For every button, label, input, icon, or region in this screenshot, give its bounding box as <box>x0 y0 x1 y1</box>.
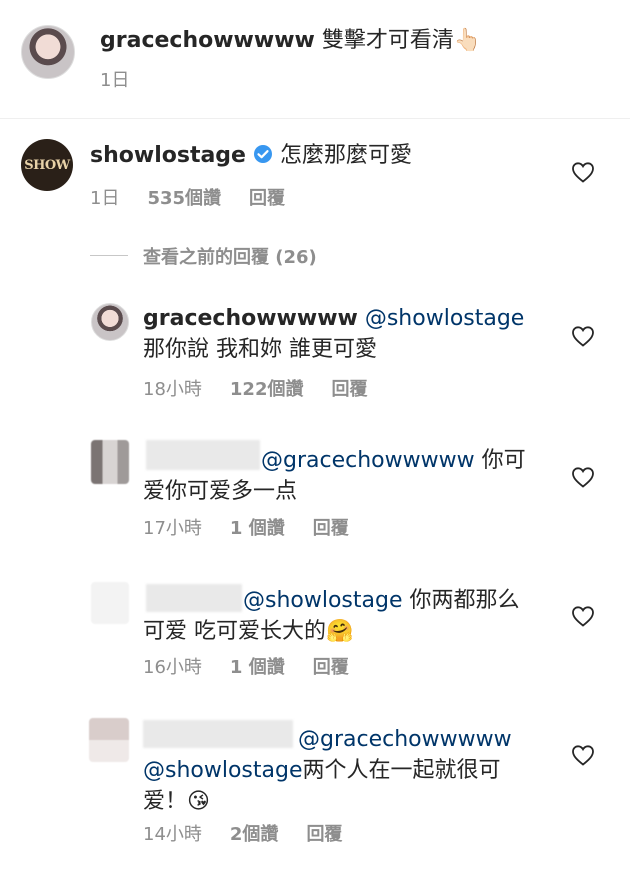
avatar-showlostage[interactable]: SHOW <box>21 139 73 191</box>
top-comment-text: 雙擊才可看清 <box>321 28 454 53</box>
main-comment-time: 1日 <box>90 188 120 209</box>
top-comment-line: gracechowwwww 雙擊才可看清👆🏻 <box>100 25 481 56</box>
reply-3-likes[interactable]: 1 個讚 <box>230 657 285 678</box>
reply-1-text: 那你說 我和妳 誰更可愛 <box>143 337 377 362</box>
reply-1-body: gracechowwwww @showlostage 那你說 我和妳 誰更可愛 <box>143 303 543 365</box>
main-comment-meta: 1日 535個讚 回覆 <box>90 184 313 210</box>
main-comment-reply-button[interactable]: 回覆 <box>249 188 285 209</box>
reply-3-reply-button[interactable]: 回覆 <box>313 657 349 678</box>
hugging-face-emoji: 🤗 <box>326 619 354 644</box>
reply-3-body: @showlostage 你两都那么 可爱 吃可爱长大的🤗 <box>143 585 543 647</box>
reply-2-time: 17小時 <box>143 518 202 539</box>
username-gracechow-top[interactable]: gracechowwwww <box>100 28 315 53</box>
avatar-blurred-user-4[interactable] <box>89 718 129 762</box>
reply-1-likes[interactable]: 122個讚 <box>230 379 304 400</box>
reply-3-text-line1: 你两都那么 <box>409 588 520 613</box>
point-up-emoji: 👆🏻 <box>453 28 482 53</box>
reply-4-time: 14小時 <box>143 824 202 845</box>
avatar-gracechow-reply[interactable] <box>91 303 129 341</box>
username-showlostage[interactable]: showlostage <box>90 143 246 168</box>
heart-icon[interactable] <box>571 161 595 183</box>
heart-icon[interactable] <box>571 605 595 627</box>
avatar-blurred-user-3[interactable] <box>91 582 129 624</box>
reply-2-body: @gracechowwwww 你可 爱你可爱多一点 <box>143 445 543 507</box>
mention-gracechow[interactable]: @gracechowwwww <box>261 448 475 473</box>
top-comment-time: 1日 <box>100 70 130 91</box>
reply-3-meta: 16小時 1 個讚 回覆 <box>143 653 377 679</box>
avatar-showlostage-logo: SHOW <box>24 157 70 173</box>
reply-4-text-line1: 两个人在一起就很可 <box>302 758 501 783</box>
reply-2-likes[interactable]: 1 個讚 <box>230 518 285 539</box>
mention-showlostage[interactable]: @showlostage <box>243 588 403 613</box>
reply-4-text-line2: 爱！ <box>143 789 188 814</box>
heart-icon[interactable] <box>571 466 595 488</box>
verified-badge-icon <box>253 142 273 173</box>
mention-showlostage[interactable]: @showlostage <box>365 306 525 331</box>
reply-2-reply-button[interactable]: 回覆 <box>313 518 349 539</box>
reply-1-meta: 18小時 122個讚 回覆 <box>143 375 395 401</box>
reply-4-reply-button[interactable]: 回覆 <box>306 824 342 845</box>
section-divider <box>0 118 630 119</box>
reply-2-text-line2: 爱你可爱多一点 <box>143 479 298 504</box>
view-previous-line <box>90 255 128 256</box>
kissing-face-emoji: 😘 <box>187 789 210 814</box>
reply-2-meta: 17小時 1 個讚 回覆 <box>143 514 377 540</box>
reply-1-reply-button[interactable]: 回覆 <box>331 379 367 400</box>
avatar-gracechow-top[interactable] <box>21 25 75 79</box>
reply-4-likes[interactable]: 2個讚 <box>230 824 279 845</box>
reply-4-body: @gracechowwwww @showlostage两个人在一起就很可 爱！😘 <box>143 724 553 817</box>
main-comment-line: showlostage 怎麼那麼可愛 <box>90 140 412 173</box>
main-comment-text: 怎麼那麼可愛 <box>279 143 412 168</box>
mention-showlostage[interactable]: @showlostage <box>143 758 303 783</box>
heart-icon[interactable] <box>571 325 595 347</box>
reply-4-meta: 14小時 2個讚 回覆 <box>143 820 370 846</box>
reply-1-time: 18小時 <box>143 379 202 400</box>
mention-gracechow[interactable]: @gracechowwwww <box>298 727 512 752</box>
reply-2-text-line1: 你可 <box>481 448 526 473</box>
main-comment-likes[interactable]: 535個讚 <box>147 188 221 209</box>
avatar-blurred-user-2[interactable] <box>91 440 129 484</box>
username-gracechow-reply[interactable]: gracechowwwww <box>143 306 358 331</box>
view-previous-replies[interactable]: 查看之前的回覆 (26) <box>143 243 317 269</box>
heart-icon[interactable] <box>571 744 595 766</box>
reply-3-text-line2: 可爱 吃可爱长大的 <box>143 619 326 644</box>
reply-3-time: 16小時 <box>143 657 202 678</box>
